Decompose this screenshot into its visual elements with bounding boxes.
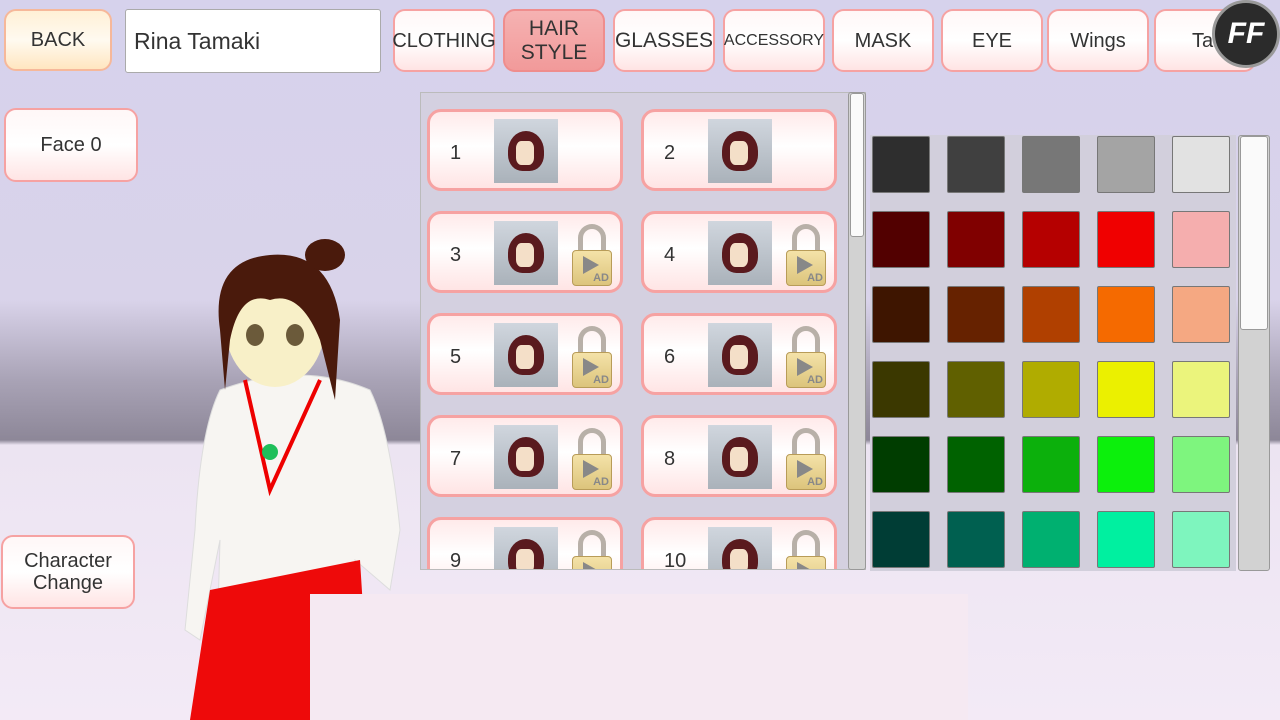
hairstyle-scrollbar[interactable] [848,92,866,570]
ad-lock-icon: AD [572,326,612,388]
color-swatch[interactable] [1097,211,1155,268]
hairstyle-list: 1 2 3 AD4 AD5 AD6 AD7 AD8 AD9 AD10 AD [420,92,866,570]
color-swatch[interactable] [1172,286,1230,343]
ad-badge: AD [807,374,823,386]
app-logo: FF [1212,0,1280,68]
hairstyle-item-5[interactable]: 5 AD [427,313,623,395]
hairstyle-number: 10 [664,550,687,570]
tab-mask[interactable]: MASK [832,9,934,72]
color-swatch[interactable] [1022,211,1080,268]
ad-lock-icon: AD [572,530,612,569]
hairstyle-number: 3 [450,244,462,266]
hairstyle-thumbnail [708,119,772,183]
ad-badge: AD [807,272,823,284]
color-swatch[interactable] [1022,286,1080,343]
ad-badge: AD [807,476,823,488]
play-icon [583,562,599,569]
color-swatch[interactable] [947,286,1005,343]
hairstyle-item-3[interactable]: 3 AD [427,211,623,293]
color-swatch[interactable] [1022,136,1080,193]
hairstyle-thumbnail [494,425,558,489]
ad-lock-icon: AD [786,530,826,569]
ad-badge: AD [593,374,609,386]
hairstyle-item-2[interactable]: 2 [641,109,837,191]
color-swatch[interactable] [872,361,930,418]
hairstyle-thumbnail [708,323,772,387]
hairstyle-thumbnail [494,119,558,183]
ad-lock-icon: AD [572,428,612,490]
hairstyle-item-10[interactable]: 10 AD [641,517,837,570]
hairstyle-thumbnail [494,323,558,387]
hairstyle-item-1[interactable]: 1 [427,109,623,191]
color-swatch[interactable] [1097,511,1155,568]
color-swatch[interactable] [1172,361,1230,418]
tab-wings[interactable]: Wings [1047,9,1149,72]
face-button[interactable]: Face 0 [4,108,138,182]
color-swatch[interactable] [1097,136,1155,193]
hairstyle-number: 2 [664,142,676,164]
color-swatch[interactable] [1172,511,1230,568]
character-name-input[interactable]: Rina Tamaki [125,9,381,73]
hairstyle-number: 7 [450,448,462,470]
color-swatch[interactable] [872,211,930,268]
hairstyle-item-6[interactable]: 6 AD [641,313,837,395]
hairstyle-item-8[interactable]: 8 AD [641,415,837,497]
color-swatch[interactable] [872,136,930,193]
hairstyle-thumbnail [708,221,772,285]
color-swatch[interactable] [1022,361,1080,418]
back-button[interactable]: BACK [4,9,112,71]
color-swatch[interactable] [872,436,930,493]
ad-badge: AD [593,476,609,488]
color-swatch[interactable] [1172,211,1230,268]
tab-eye[interactable]: EYE [941,9,1043,72]
palette-scrollbar[interactable] [1238,135,1270,571]
scrollbar-thumb[interactable] [850,93,864,237]
tab-clothing[interactable]: CLOTHING [392,9,496,72]
scrollbar-thumb[interactable] [1240,136,1268,330]
color-swatch[interactable] [872,511,930,568]
hairstyle-number: 6 [664,346,676,368]
color-swatch[interactable] [947,211,1005,268]
color-swatch[interactable] [1172,136,1230,193]
hairstyle-thumbnail [494,221,558,285]
color-palette [870,135,1236,571]
color-swatch[interactable] [947,436,1005,493]
hairstyle-thumbnail [494,527,558,569]
tab-glasses[interactable]: GLASSES [613,9,715,72]
color-swatch[interactable] [1097,436,1155,493]
color-swatch[interactable] [1022,436,1080,493]
color-swatch[interactable] [1097,361,1155,418]
tab-accessory[interactable]: ACCESSORY [723,9,825,72]
hairstyle-thumbnail [708,527,772,569]
hairstyle-thumbnail [708,425,772,489]
info-panel [310,594,968,720]
character-change-button[interactable]: Character Change [1,535,135,609]
hairstyle-item-4[interactable]: 4 AD [641,211,837,293]
hairstyle-number: 4 [664,244,676,266]
ad-lock-icon: AD [572,224,612,286]
color-swatch[interactable] [1172,436,1230,493]
hairstyle-number: 8 [664,448,676,470]
ad-lock-icon: AD [786,224,826,286]
hairstyle-number: 5 [450,346,462,368]
ad-lock-icon: AD [786,326,826,388]
ad-lock-icon: AD [786,428,826,490]
hairstyle-item-7[interactable]: 7 AD [427,415,623,497]
color-swatch[interactable] [947,361,1005,418]
play-icon [797,562,813,569]
ad-badge: AD [593,272,609,284]
hairstyle-item-9[interactable]: 9 AD [427,517,623,570]
color-swatch[interactable] [872,286,930,343]
hairstyle-number: 1 [450,142,462,164]
tab-hair-style[interactable]: HAIR STYLE [503,9,605,72]
color-swatch[interactable] [947,136,1005,193]
color-swatch[interactable] [947,511,1005,568]
color-swatch[interactable] [1097,286,1155,343]
color-swatch[interactable] [1022,511,1080,568]
hairstyle-number: 9 [450,550,462,570]
